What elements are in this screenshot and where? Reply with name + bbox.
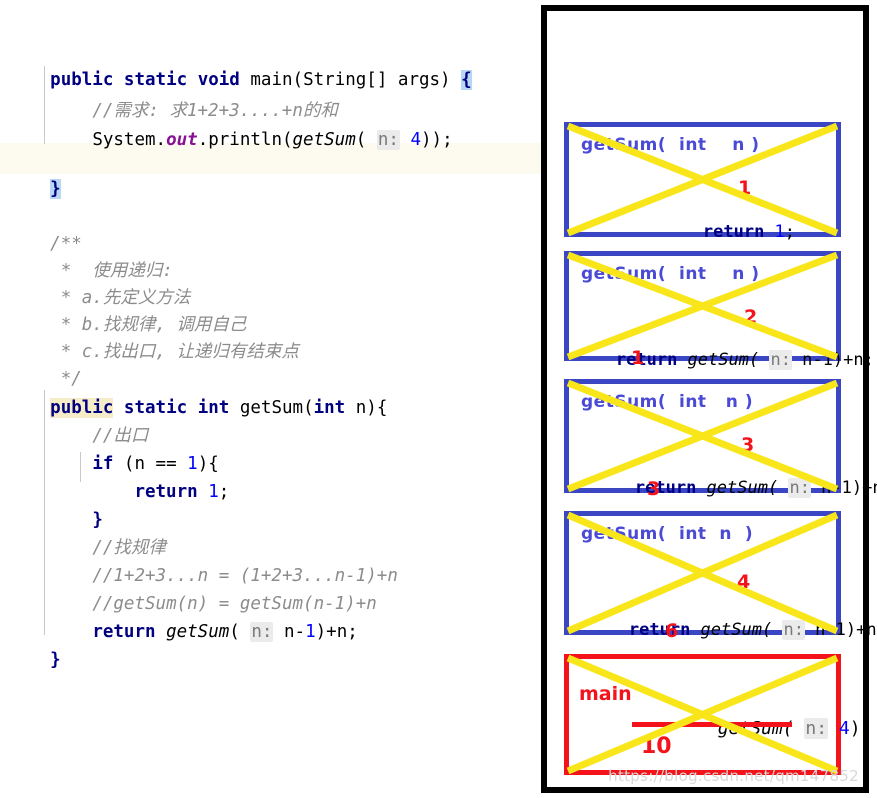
- frame-4-call: getSum(: [700, 620, 773, 640]
- frame-2-hint: n:: [769, 350, 792, 370]
- stack-frame-3[interactable]: getSum( int n ) return getSum( n: n-1)+n…: [564, 379, 877, 500]
- watermark-url: https://blog.csdn.net/qm147852: [608, 767, 859, 785]
- frame-3-arg: n-1: [810, 478, 852, 498]
- code-line-5[interactable]: }: [0, 143, 541, 199]
- code-line-12[interactable]: */: [0, 333, 541, 389]
- stack-frame-2[interactable]: getSum( int n ) return getSum( n: n-1)+n…: [564, 251, 874, 370]
- code-line-2[interactable]: //需求: 求1+2+3....+n的和: [0, 65, 541, 121]
- frame-2-sub-number: 1: [631, 347, 645, 369]
- frame-3-suffix: )+n;: [851, 478, 877, 498]
- stack-frame-main[interactable]: main getSum( n: 4) 10: [564, 654, 861, 775]
- main-frame-label: main: [579, 683, 632, 705]
- code-line-18[interactable]: //找规律: [0, 502, 541, 558]
- frame-4-result-number: 4: [737, 571, 751, 593]
- code-line-3[interactable]: System.out.println(getSum( n: 4));: [0, 94, 541, 150]
- frame-2-call: getSum(: [687, 350, 760, 370]
- frame-4-sub-number: 6: [665, 620, 679, 642]
- frame-3-return-keyword: return: [634, 478, 707, 498]
- frame-3-result-number: 3: [741, 434, 755, 456]
- main-call-arg: 4: [828, 718, 850, 739]
- frame-4-arg: n-1: [804, 620, 846, 640]
- frame-4-body: return getSum( n: n-1)+n;: [547, 600, 877, 660]
- code-line-20[interactable]: //getSum(n) = getSum(n-1)+n: [0, 558, 541, 614]
- code-line-1[interactable]: public static void main(String[] args) {: [0, 34, 541, 90]
- code-line-15[interactable]: if (n == 1){: [0, 418, 541, 474]
- frame-1-result-number: 1: [738, 177, 752, 199]
- frame-4-signature: getSum( int n ): [581, 524, 754, 544]
- code-line-21[interactable]: return getSum( n: n-1)+n;: [0, 586, 541, 642]
- code-line-14[interactable]: //出口: [0, 390, 541, 446]
- code-line-13[interactable]: public static int getSum(int n){: [0, 362, 541, 418]
- stack-frame-4[interactable]: getSum( int n ) return getSum( n: n-1)+n…: [564, 511, 877, 642]
- frame-4-suffix: )+n;: [845, 620, 877, 640]
- main-call-hint: n:: [804, 718, 829, 739]
- code-line-19[interactable]: //1+2+3...n = (1+2+3...n-1)+n: [0, 530, 541, 586]
- frame-2-arg: n-1: [791, 350, 833, 370]
- frame-3-body: return getSum( n: n-1)+n;: [553, 458, 877, 518]
- frame-3-hint: n:: [788, 478, 811, 498]
- frame-3-call: getSum(: [706, 478, 779, 498]
- frame-2-result-number: 2: [744, 306, 758, 328]
- code-line-22[interactable]: }: [0, 614, 541, 670]
- frame-3-signature: getSum( int n ): [581, 392, 754, 412]
- frame-4-hint: n:: [782, 620, 805, 640]
- brace-close-method: }: [50, 650, 61, 670]
- code-editor-pane[interactable]: public static void main(String[] args) {…: [0, 0, 541, 798]
- frame-1-return-value: 1: [774, 222, 785, 242]
- frame-1-signature: getSum( int n ): [581, 135, 760, 155]
- frame-2-signature: getSum( int n ): [581, 264, 760, 284]
- main-call-suffix: ): [849, 718, 861, 739]
- code-line-16[interactable]: return 1;: [0, 446, 541, 502]
- frame-3-sub-number: 3: [647, 478, 661, 500]
- main-frame-result-number: 10: [641, 734, 672, 759]
- frame-2-suffix: )+n;: [832, 350, 874, 370]
- frame-2-return-keyword: return: [615, 350, 688, 370]
- main-call-underline: [632, 722, 792, 727]
- brace-close-highlight: }: [50, 179, 61, 199]
- stack-frame-1[interactable]: getSum( int n ) return 1; 1: [564, 122, 841, 242]
- code-line-17[interactable]: }: [0, 474, 541, 530]
- recursion-diagram-panel: getSum( int n ) return 1; 1 getSum( int …: [541, 5, 877, 793]
- frame-1-return-keyword: return: [702, 222, 775, 242]
